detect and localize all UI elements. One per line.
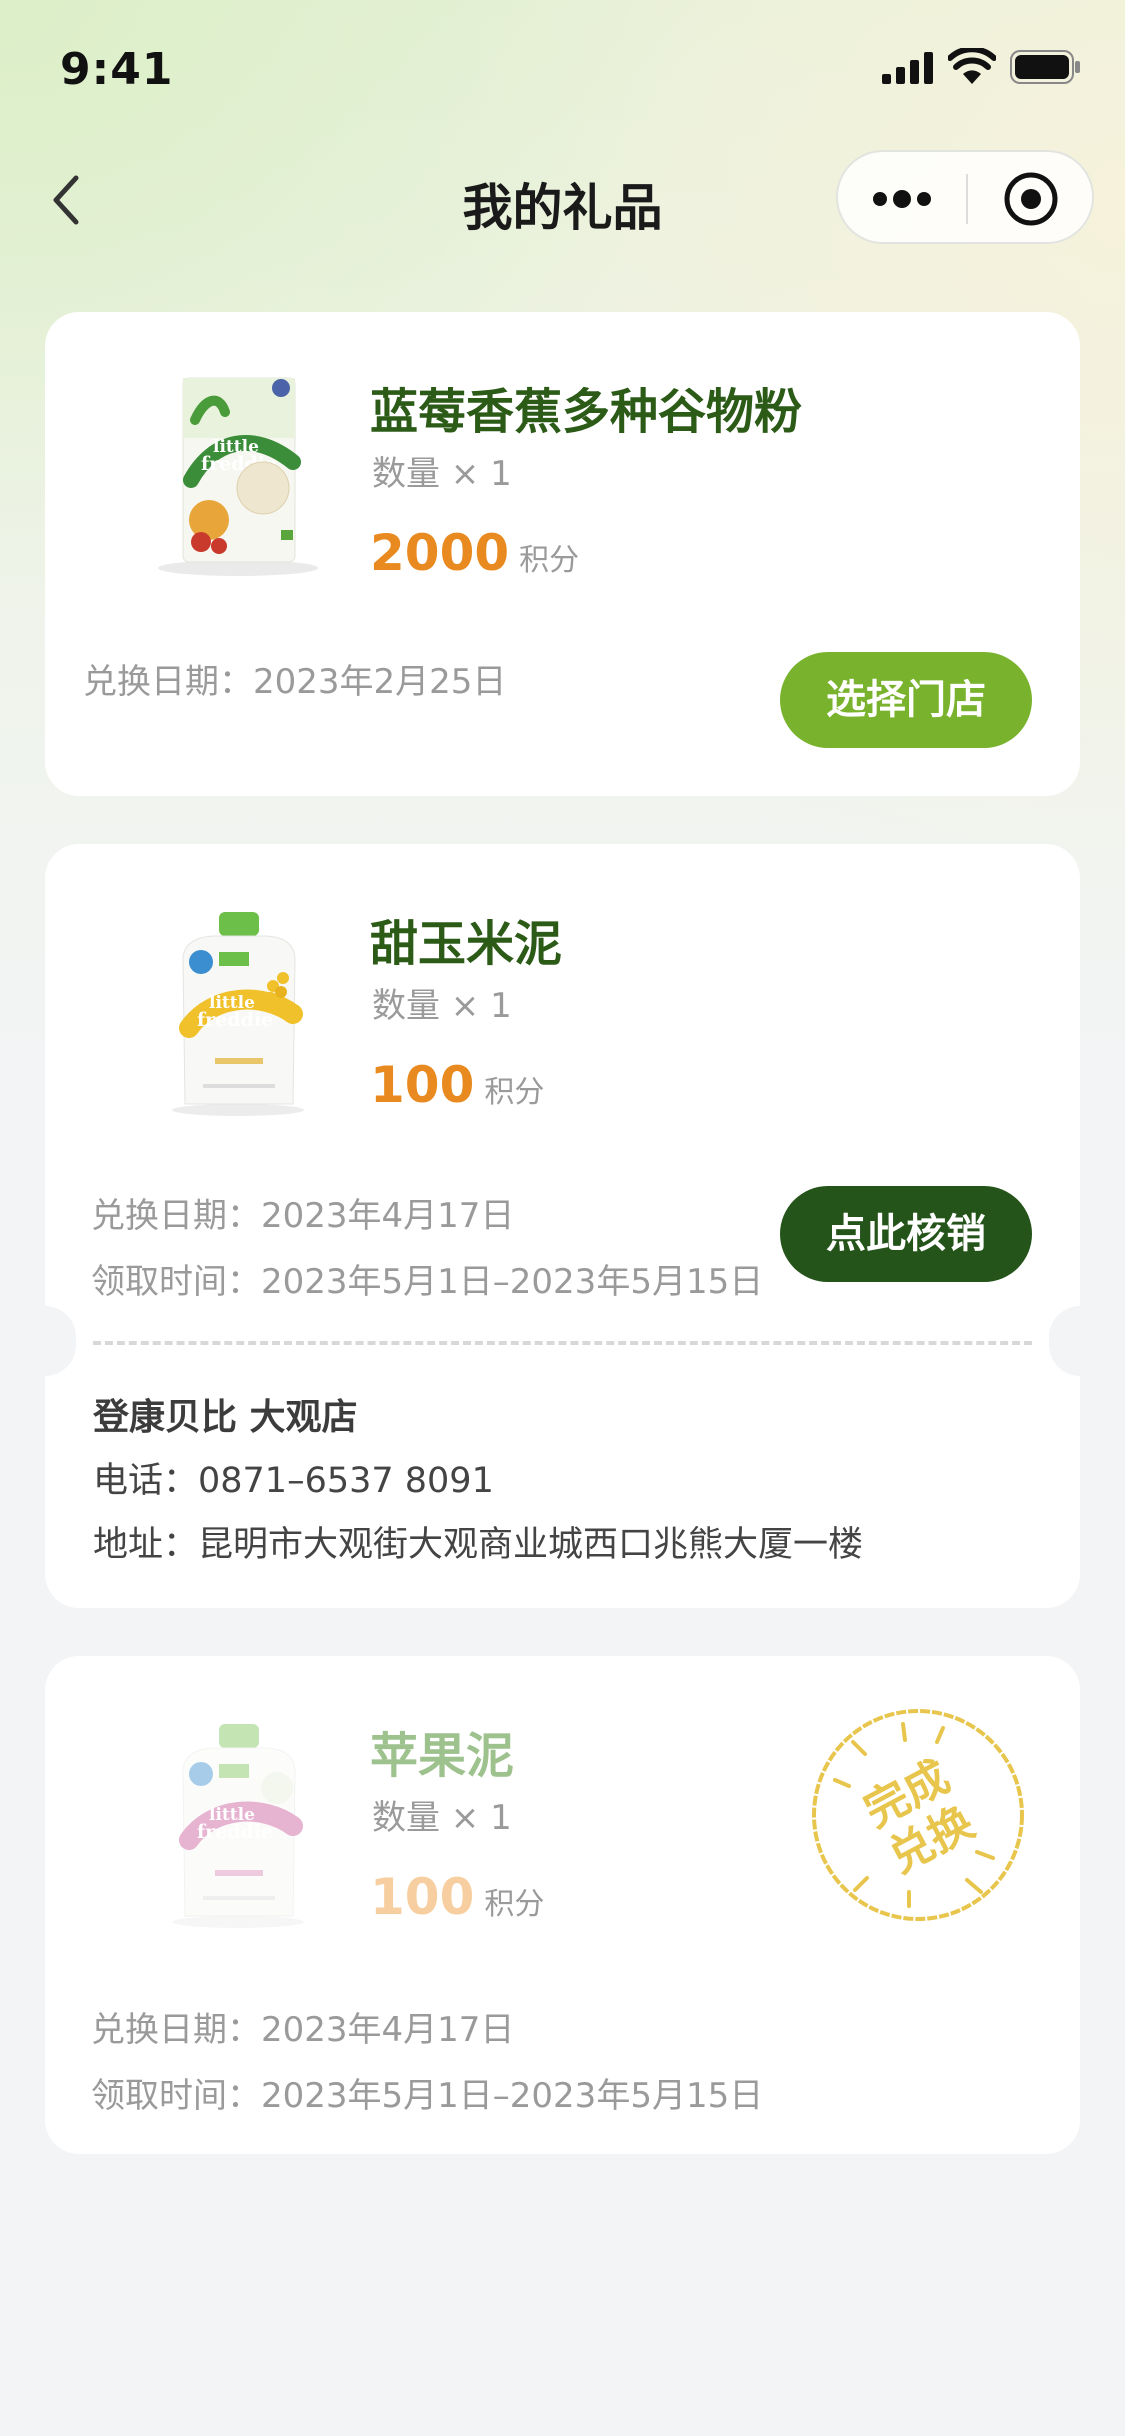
ticket-notch: [1049, 1306, 1111, 1376]
points-value: 100: [370, 1056, 475, 1114]
product-image-apple: little freddie: [172, 1724, 304, 1928]
redeem-date: 兑换日期：2023年4月17日: [91, 2010, 515, 2050]
pickup-time: 领取时间：2023年5月1日–2023年5月15日: [91, 2076, 764, 2116]
navigation-bar: 我的礼品: [0, 150, 1125, 250]
store-name: 登康贝比 大观店: [93, 1397, 358, 1438]
completed-stamp: 完成 兑换: [812, 1709, 1024, 1921]
points-unit: 积分: [484, 1075, 545, 1110]
product-points: 100 积分: [370, 1868, 544, 1926]
product-points: 2000 积分: [370, 524, 579, 582]
product-quantity: 数量 × 1: [372, 454, 512, 494]
points-unit: 积分: [519, 543, 580, 578]
pickup-time: 领取时间：2023年5月1日–2023年5月15日: [91, 1262, 764, 1302]
gift-card-completed: little freddie 苹果泥 数量 × 1 100 积分 兑换日期：202…: [45, 1656, 1080, 2154]
store-address: 地址：昆明市大观街大观商业城西口兆熊大厦一楼: [93, 1525, 864, 1565]
wifi-icon: [948, 48, 996, 84]
status-bar: 9:41: [0, 0, 1125, 140]
capsule-divider: [966, 174, 968, 224]
mini-program-capsule: [836, 150, 1094, 244]
redeem-date: 兑换日期：2023年2月25日: [83, 662, 507, 702]
product-name: 甜玉米泥: [370, 916, 563, 972]
points-value: 100: [370, 1868, 475, 1926]
store-phone[interactable]: 电话：0871–6537 8091: [93, 1452, 494, 1503]
product-image-cereal: little freddie: [158, 377, 318, 576]
dashed-divider: [93, 1341, 1032, 1345]
gift-card: little freddie 甜玉米泥 数量 × 1 100 积分 兑换日期：20…: [14, 844, 1111, 1608]
svg-text:freddie: freddie: [197, 1821, 273, 1843]
product-image-sweetcorn: little freddie: [172, 912, 304, 1116]
select-store-button[interactable]: 选择门店: [780, 652, 1032, 748]
close-mini-program-icon[interactable]: [1002, 170, 1060, 228]
cellular-signal-icon: [882, 52, 933, 84]
redeem-date: 兑换日期：2023年4月17日: [91, 1196, 515, 1236]
product-name: 蓝莓香蕉多种谷物粉: [370, 384, 803, 440]
more-options-icon[interactable]: [870, 182, 934, 216]
ticket-notch: [14, 1306, 76, 1376]
verify-redeem-button[interactable]: 点此核销: [780, 1186, 1032, 1282]
points-unit: 积分: [484, 1887, 545, 1922]
product-points: 100 积分: [370, 1056, 544, 1114]
battery-icon: [1010, 50, 1080, 84]
product-name: 苹果泥: [370, 1728, 515, 1784]
points-value: 2000: [370, 524, 510, 582]
svg-text:freddie: freddie: [197, 1009, 273, 1031]
status-time: 9:41: [60, 44, 174, 95]
gift-card: little freddie 蓝莓香蕉多种谷物粉 数量 × 1 2000 积分 兑…: [45, 312, 1080, 796]
product-quantity: 数量 × 1: [372, 986, 512, 1026]
product-quantity: 数量 × 1: [372, 1798, 512, 1838]
